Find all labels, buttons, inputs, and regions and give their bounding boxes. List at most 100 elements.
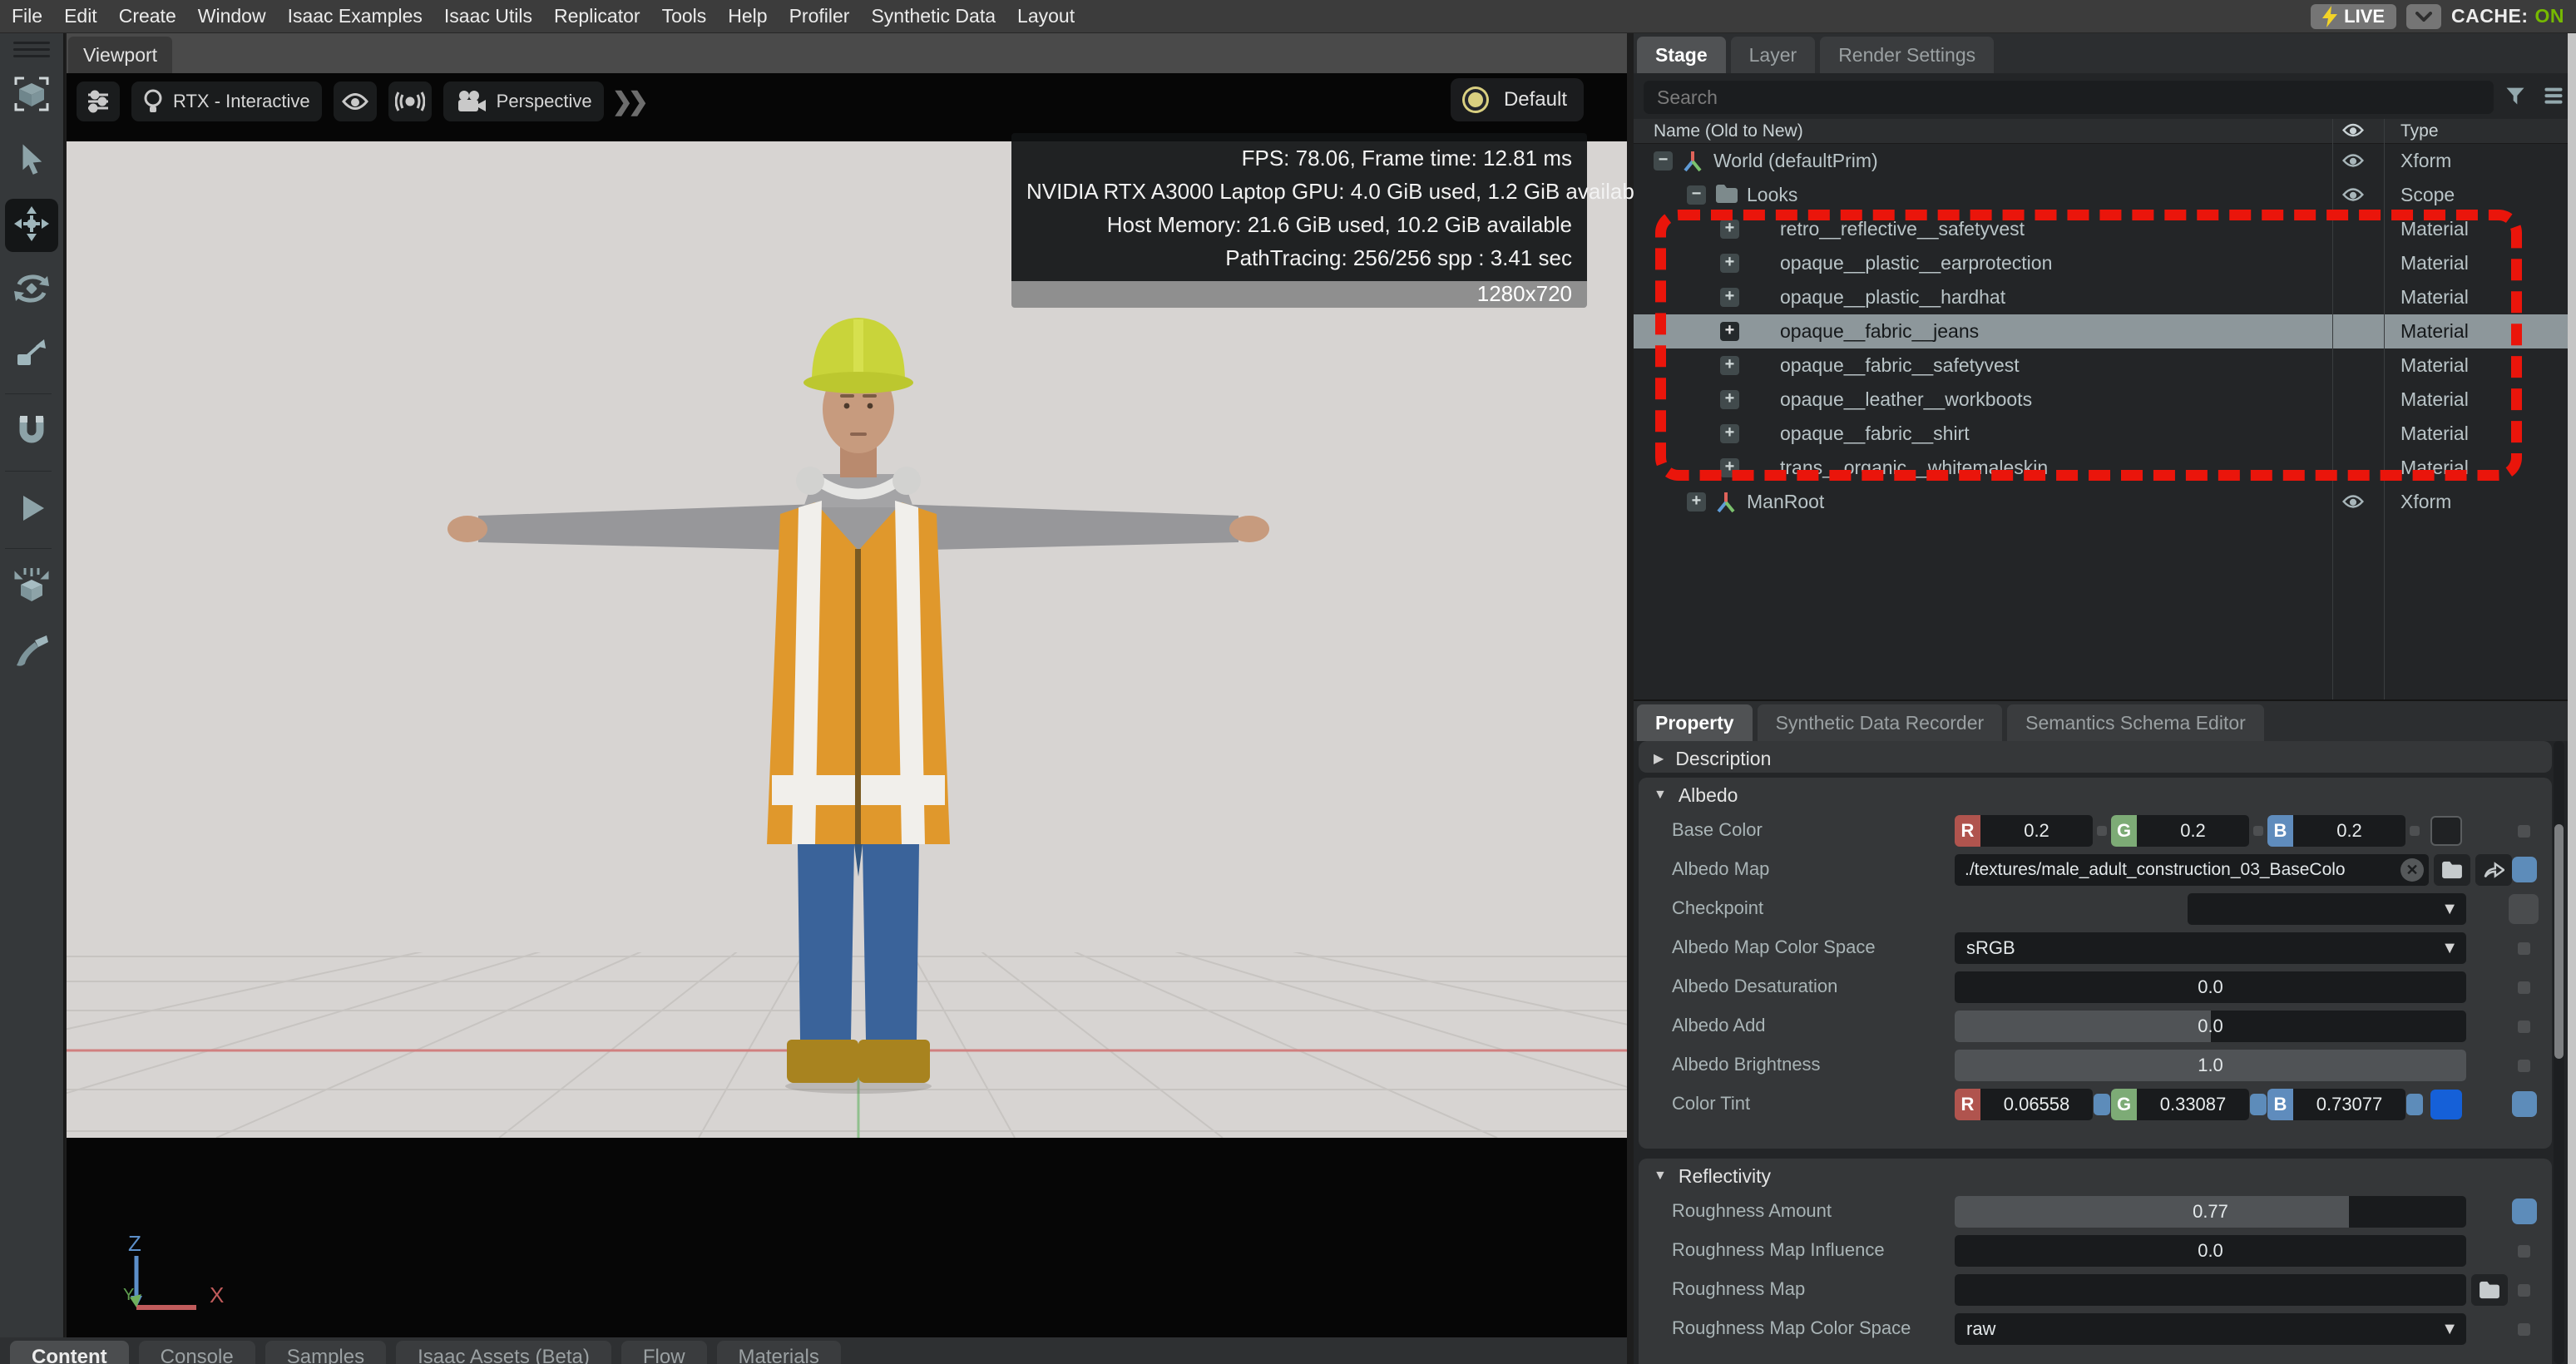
tree-row-opaque-plastic-hardhat[interactable]: +opaque__plastic__hardhatMaterial bbox=[1634, 280, 2568, 314]
select-tool-button[interactable] bbox=[5, 134, 58, 187]
collapse-button[interactable]: − bbox=[1654, 151, 1673, 170]
toolbar-expand-chevrons[interactable]: ❯❯ bbox=[612, 87, 644, 116]
tree-row-looks[interactable]: −LooksScope bbox=[1634, 178, 2568, 212]
attribute-state-indicator[interactable] bbox=[2512, 1198, 2537, 1224]
tab-semantics-schema-editor[interactable]: Semantics Schema Editor bbox=[2007, 704, 2264, 741]
visibility-eye-icon[interactable] bbox=[2342, 494, 2364, 513]
tab-render-settings[interactable]: Render Settings bbox=[1820, 37, 1994, 73]
texture-path-field[interactable]: ./textures/male_adult_construction_03_Ba… bbox=[1955, 854, 2429, 886]
options-menu-icon[interactable] bbox=[2542, 84, 2565, 107]
menu-help[interactable]: Help bbox=[728, 5, 767, 27]
bottom-tab-isaac-assets-beta[interactable]: Isaac Assets (Beta) bbox=[396, 1341, 611, 1364]
column-type[interactable]: Type bbox=[2400, 121, 2439, 141]
waypoint-button[interactable] bbox=[388, 82, 432, 121]
expand-button[interactable]: + bbox=[1720, 220, 1739, 239]
tab-stage[interactable]: Stage bbox=[1637, 37, 1726, 73]
render-settings-button[interactable] bbox=[77, 82, 120, 121]
attribute-state-indicator[interactable] bbox=[2518, 1021, 2530, 1033]
browse-file-button[interactable] bbox=[2471, 1274, 2508, 1306]
attribute-state-indicator[interactable] bbox=[2518, 1060, 2530, 1072]
visibility-eye-icon[interactable] bbox=[2342, 153, 2364, 172]
expand-button[interactable]: + bbox=[1720, 424, 1739, 443]
attribute-state-indicator[interactable] bbox=[2509, 894, 2539, 924]
browse-file-button[interactable] bbox=[2434, 854, 2470, 886]
bottom-tab-console[interactable]: Console bbox=[139, 1341, 255, 1364]
menu-isaac-utils[interactable]: Isaac Utils bbox=[444, 5, 532, 27]
prim-name[interactable]: retro__reflective__safetyvest bbox=[1780, 218, 2025, 240]
tree-row-retro-reflective-safetyvest[interactable]: +retro__reflective__safetyvestMaterial bbox=[1634, 212, 2568, 246]
expand-button[interactable]: + bbox=[1720, 458, 1739, 477]
channel-r-value[interactable]: 0.2 bbox=[1980, 815, 2093, 847]
column-divider[interactable] bbox=[2332, 119, 2333, 699]
prim-name[interactable]: opaque__fabric__safetyvest bbox=[1780, 354, 2020, 377]
menu-synthetic-data[interactable]: Synthetic Data bbox=[871, 5, 996, 27]
prim-name[interactable]: Looks bbox=[1747, 184, 1797, 206]
tree-row-opaque-fabric-safetyvest[interactable]: +opaque__fabric__safetyvestMaterial bbox=[1634, 348, 2568, 383]
menu-layout[interactable]: Layout bbox=[1017, 5, 1075, 27]
viewport[interactable]: RTX - Interactive Perspective ❯❯ bbox=[67, 73, 1627, 1337]
section-reflectivity-header[interactable]: ▼Reflectivity bbox=[1639, 1159, 2552, 1194]
scrollbar-thumb[interactable] bbox=[2554, 824, 2564, 1059]
slider-albedo-brightness[interactable]: 1.0 bbox=[1955, 1050, 2466, 1081]
window-scrollbar-gutter[interactable] bbox=[2568, 33, 2576, 1364]
expand-button[interactable]: + bbox=[1720, 322, 1739, 341]
expand-button[interactable]: + bbox=[1720, 254, 1739, 273]
property-scrollbar[interactable] bbox=[2554, 741, 2564, 1364]
collapse-arrow-icon[interactable]: ▶ bbox=[1654, 750, 1664, 767]
tree-row-opaque-leather-workboots[interactable]: +opaque__leather__workbootsMaterial bbox=[1634, 383, 2568, 417]
section-description[interactable]: ▶Description bbox=[1639, 741, 2552, 773]
play-tool-button[interactable] bbox=[5, 483, 58, 536]
bottom-tab-samples[interactable]: Samples bbox=[265, 1341, 386, 1364]
attribute-state-indicator[interactable] bbox=[2512, 857, 2537, 882]
tab-viewport[interactable]: Viewport bbox=[68, 37, 172, 73]
channel-r-value[interactable]: 0.06558 bbox=[1980, 1089, 2093, 1120]
tree-row-opaque-fabric-shirt[interactable]: +opaque__fabric__shirtMaterial bbox=[1634, 417, 2568, 451]
menu-window[interactable]: Window bbox=[198, 5, 266, 27]
channel-b-value[interactable]: 0.2 bbox=[2293, 815, 2405, 847]
move-tool-button[interactable] bbox=[5, 199, 58, 252]
prim-name[interactable]: ManRoot bbox=[1747, 491, 1824, 513]
section-albedo-header[interactable]: ▼Albedo bbox=[1639, 778, 2552, 813]
tab-layer[interactable]: Layer bbox=[1731, 37, 1816, 73]
menu-tools[interactable]: Tools bbox=[662, 5, 707, 27]
live-button[interactable]: LIVE bbox=[2311, 4, 2396, 29]
menu-create[interactable]: Create bbox=[119, 5, 176, 27]
live-dropdown-button[interactable] bbox=[2406, 4, 2441, 29]
bottom-tab-materials[interactable]: Materials bbox=[717, 1341, 841, 1364]
dropdown-albedo-map-color-space[interactable]: sRGB▼ bbox=[1955, 932, 2466, 964]
dropdown-checkpoint[interactable]: ▼ bbox=[2188, 893, 2466, 925]
slider-albedo-desaturation[interactable]: 0.0 bbox=[1955, 971, 2466, 1003]
collapse-button[interactable]: − bbox=[1687, 185, 1706, 205]
channel-g-value[interactable]: 0.2 bbox=[2137, 815, 2249, 847]
channel-b-value[interactable]: 0.73077 bbox=[2293, 1089, 2405, 1120]
menu-profiler[interactable]: Profiler bbox=[789, 5, 850, 27]
expand-button[interactable]: + bbox=[1687, 492, 1706, 512]
scale-tool-button[interactable] bbox=[5, 329, 58, 382]
attribute-state-indicator[interactable] bbox=[2518, 1323, 2530, 1336]
attribute-state-indicator[interactable] bbox=[2518, 942, 2530, 955]
clear-icon[interactable]: ✕ bbox=[2400, 858, 2424, 882]
attribute-state-indicator[interactable] bbox=[2518, 1284, 2530, 1297]
visibility-button[interactable] bbox=[334, 82, 377, 121]
snap-tool-button[interactable] bbox=[5, 406, 58, 459]
camera-button[interactable]: Perspective bbox=[443, 82, 604, 121]
tree-row-trans-organic-whitemaleskin[interactable]: +trans__organic__whitemaleskinMaterial bbox=[1634, 451, 2568, 485]
prim-name[interactable]: opaque__leather__workboots bbox=[1780, 388, 2032, 411]
collapse-arrow-icon[interactable]: ▼ bbox=[1654, 788, 1667, 803]
tree-row-world-defaultprim[interactable]: −World (defaultPrim)Xform bbox=[1634, 144, 2568, 178]
channel-g-value[interactable]: 0.33087 bbox=[2137, 1089, 2249, 1120]
prim-name[interactable]: trans__organic__whitemaleskin bbox=[1780, 457, 2048, 479]
tab-synthetic-data-recorder[interactable]: Synthetic Data Recorder bbox=[1758, 704, 2003, 741]
prim-name[interactable]: opaque__plastic__hardhat bbox=[1780, 286, 2005, 309]
expand-button[interactable]: + bbox=[1720, 390, 1739, 409]
selection-mode-tool-button[interactable] bbox=[5, 69, 58, 122]
toolbar-grip-handle[interactable] bbox=[13, 42, 50, 57]
tab-property[interactable]: Property bbox=[1637, 704, 1753, 741]
paint-tool-button[interactable] bbox=[5, 625, 58, 679]
menu-file[interactable]: File bbox=[12, 5, 42, 27]
attribute-state-indicator[interactable] bbox=[2512, 1091, 2537, 1117]
bottom-tab-content[interactable]: Content bbox=[10, 1341, 129, 1364]
physics-drop-tool-button[interactable] bbox=[5, 561, 58, 614]
rotate-tool-button[interactable] bbox=[5, 264, 58, 317]
menu-replicator[interactable]: Replicator bbox=[554, 5, 640, 27]
